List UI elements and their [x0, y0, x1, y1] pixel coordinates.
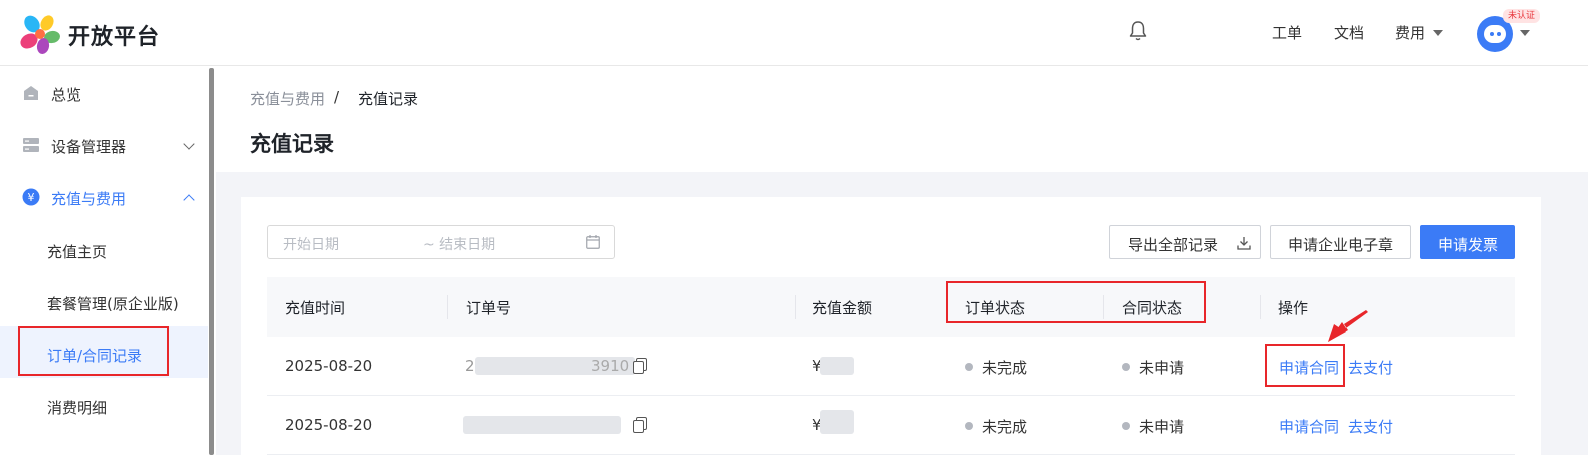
sidebar-item-label: 充值与费用	[51, 190, 127, 208]
page-title: 充值记录	[250, 132, 334, 156]
status-dot	[1122, 363, 1130, 371]
apply-e-seal-button[interactable]: 申请企业电子章	[1270, 225, 1411, 259]
sidebar-item-recharge-billing[interactable]: ¥ 充值与费用	[0, 172, 208, 220]
page-header-area	[216, 66, 1588, 172]
chevron-down-icon	[183, 138, 195, 150]
brand-name: 开放平台	[68, 25, 161, 50]
go-pay-link[interactable]: 去支付	[1348, 357, 1393, 378]
avatar-eye	[1490, 32, 1494, 36]
calendar-icon	[586, 235, 600, 249]
sidebar-item-overview[interactable]: 总览	[0, 68, 208, 116]
redacted-order-no	[463, 416, 621, 434]
sidebar-item-label: 充值主页	[47, 243, 108, 261]
sidebar-item-label: 设备管理器	[51, 138, 127, 156]
redacted-amount	[820, 357, 854, 375]
sidebar-item-package-management[interactable]: 套餐管理(原企业版)	[0, 277, 208, 325]
cell-order-status: 未完成	[982, 359, 1028, 377]
logo-icon[interactable]	[20, 14, 60, 54]
sidebar-item-device-manager[interactable]: 设备管理器	[0, 120, 208, 168]
column-header-order-no: 订单号	[466, 299, 512, 317]
sidebar-item-label: 总览	[51, 86, 82, 104]
date-range-picker[interactable]: 开始日期 ~ 结束日期	[267, 225, 615, 259]
cell-contract-status: 未申请	[1139, 418, 1185, 436]
nav-docs[interactable]: 文档	[1334, 22, 1364, 43]
cell-order-status: 未完成	[982, 418, 1028, 436]
apply-invoice-button[interactable]: 申请发票	[1420, 225, 1515, 259]
sidebar-item-label: 消费明细	[47, 399, 108, 417]
sidebar-item-consumption-detail[interactable]: 消费明细	[0, 381, 208, 429]
breadcrumb-current: 充值记录	[358, 90, 419, 108]
column-header-actions: 操作	[1278, 299, 1309, 317]
start-date-input[interactable]: 开始日期	[283, 234, 339, 254]
avatar-eye	[1497, 32, 1501, 36]
status-dot	[965, 363, 973, 371]
column-header-time: 充值时间	[285, 299, 346, 317]
nav-billing[interactable]: 费用	[1395, 22, 1425, 43]
apply-contract-link[interactable]: 申请合同	[1279, 416, 1339, 437]
cell-time: 2025-08-20	[285, 357, 373, 375]
svg-text:¥: ¥	[28, 191, 35, 204]
cell-order-no-prefix: 2	[465, 357, 475, 375]
download-icon	[1237, 237, 1251, 250]
status-dot	[1122, 422, 1130, 430]
cell-order-no-tail: 3910	[591, 357, 630, 375]
annotation-arrow-icon	[1328, 310, 1368, 342]
end-date-input[interactable]: ~ 结束日期	[423, 234, 495, 254]
breadcrumb-parent[interactable]: 充值与费用	[250, 88, 325, 109]
status-dot	[965, 422, 973, 430]
breadcrumb-separator: /	[334, 88, 340, 106]
redacted-amount	[820, 410, 854, 434]
column-divider	[795, 295, 796, 319]
home-icon	[24, 86, 38, 100]
yen-icon: ¥	[22, 188, 40, 206]
sidebar-scrollbar[interactable]	[209, 68, 214, 455]
apply-invoice-label: 申请发票	[1438, 236, 1499, 254]
cell-contract-status: 未申请	[1139, 359, 1185, 377]
export-all-label: 导出全部记录	[1128, 236, 1219, 254]
annotation-box-sidebar	[18, 326, 169, 376]
annotation-box-status-columns	[946, 281, 1206, 323]
chevron-down-icon[interactable]	[1433, 30, 1443, 36]
column-divider	[447, 295, 448, 319]
column-divider	[1260, 295, 1261, 319]
sidebar-item-label: 套餐管理(原企业版)	[47, 295, 179, 313]
annotation-box-apply-contract	[1265, 344, 1345, 387]
column-header-amount: 充值金额	[812, 299, 873, 317]
chevron-up-icon	[183, 194, 195, 206]
go-pay-link[interactable]: 去支付	[1348, 416, 1393, 437]
chevron-down-icon[interactable]	[1520, 30, 1530, 36]
copy-icon[interactable]	[633, 420, 644, 433]
cell-time: 2025-08-20	[285, 416, 373, 434]
avatar-icon	[1484, 25, 1506, 43]
table-row: 2025-08-20 ¥ 未完成 未申请 申请合同 去支付	[267, 396, 1515, 455]
bell-icon[interactable]	[1128, 20, 1148, 42]
export-all-button[interactable]: 导出全部记录	[1109, 225, 1261, 259]
verification-badge: 未认证	[1503, 9, 1541, 23]
top-header: 开放平台 工单 文档 费用 未认证	[0, 0, 1588, 66]
sidebar-item-recharge-home[interactable]: 充值主页	[0, 225, 208, 273]
device-icon	[23, 138, 39, 152]
apply-e-seal-label: 申请企业电子章	[1288, 236, 1394, 254]
nav-ticket[interactable]: 工单	[1272, 22, 1302, 43]
copy-icon[interactable]	[633, 361, 644, 374]
